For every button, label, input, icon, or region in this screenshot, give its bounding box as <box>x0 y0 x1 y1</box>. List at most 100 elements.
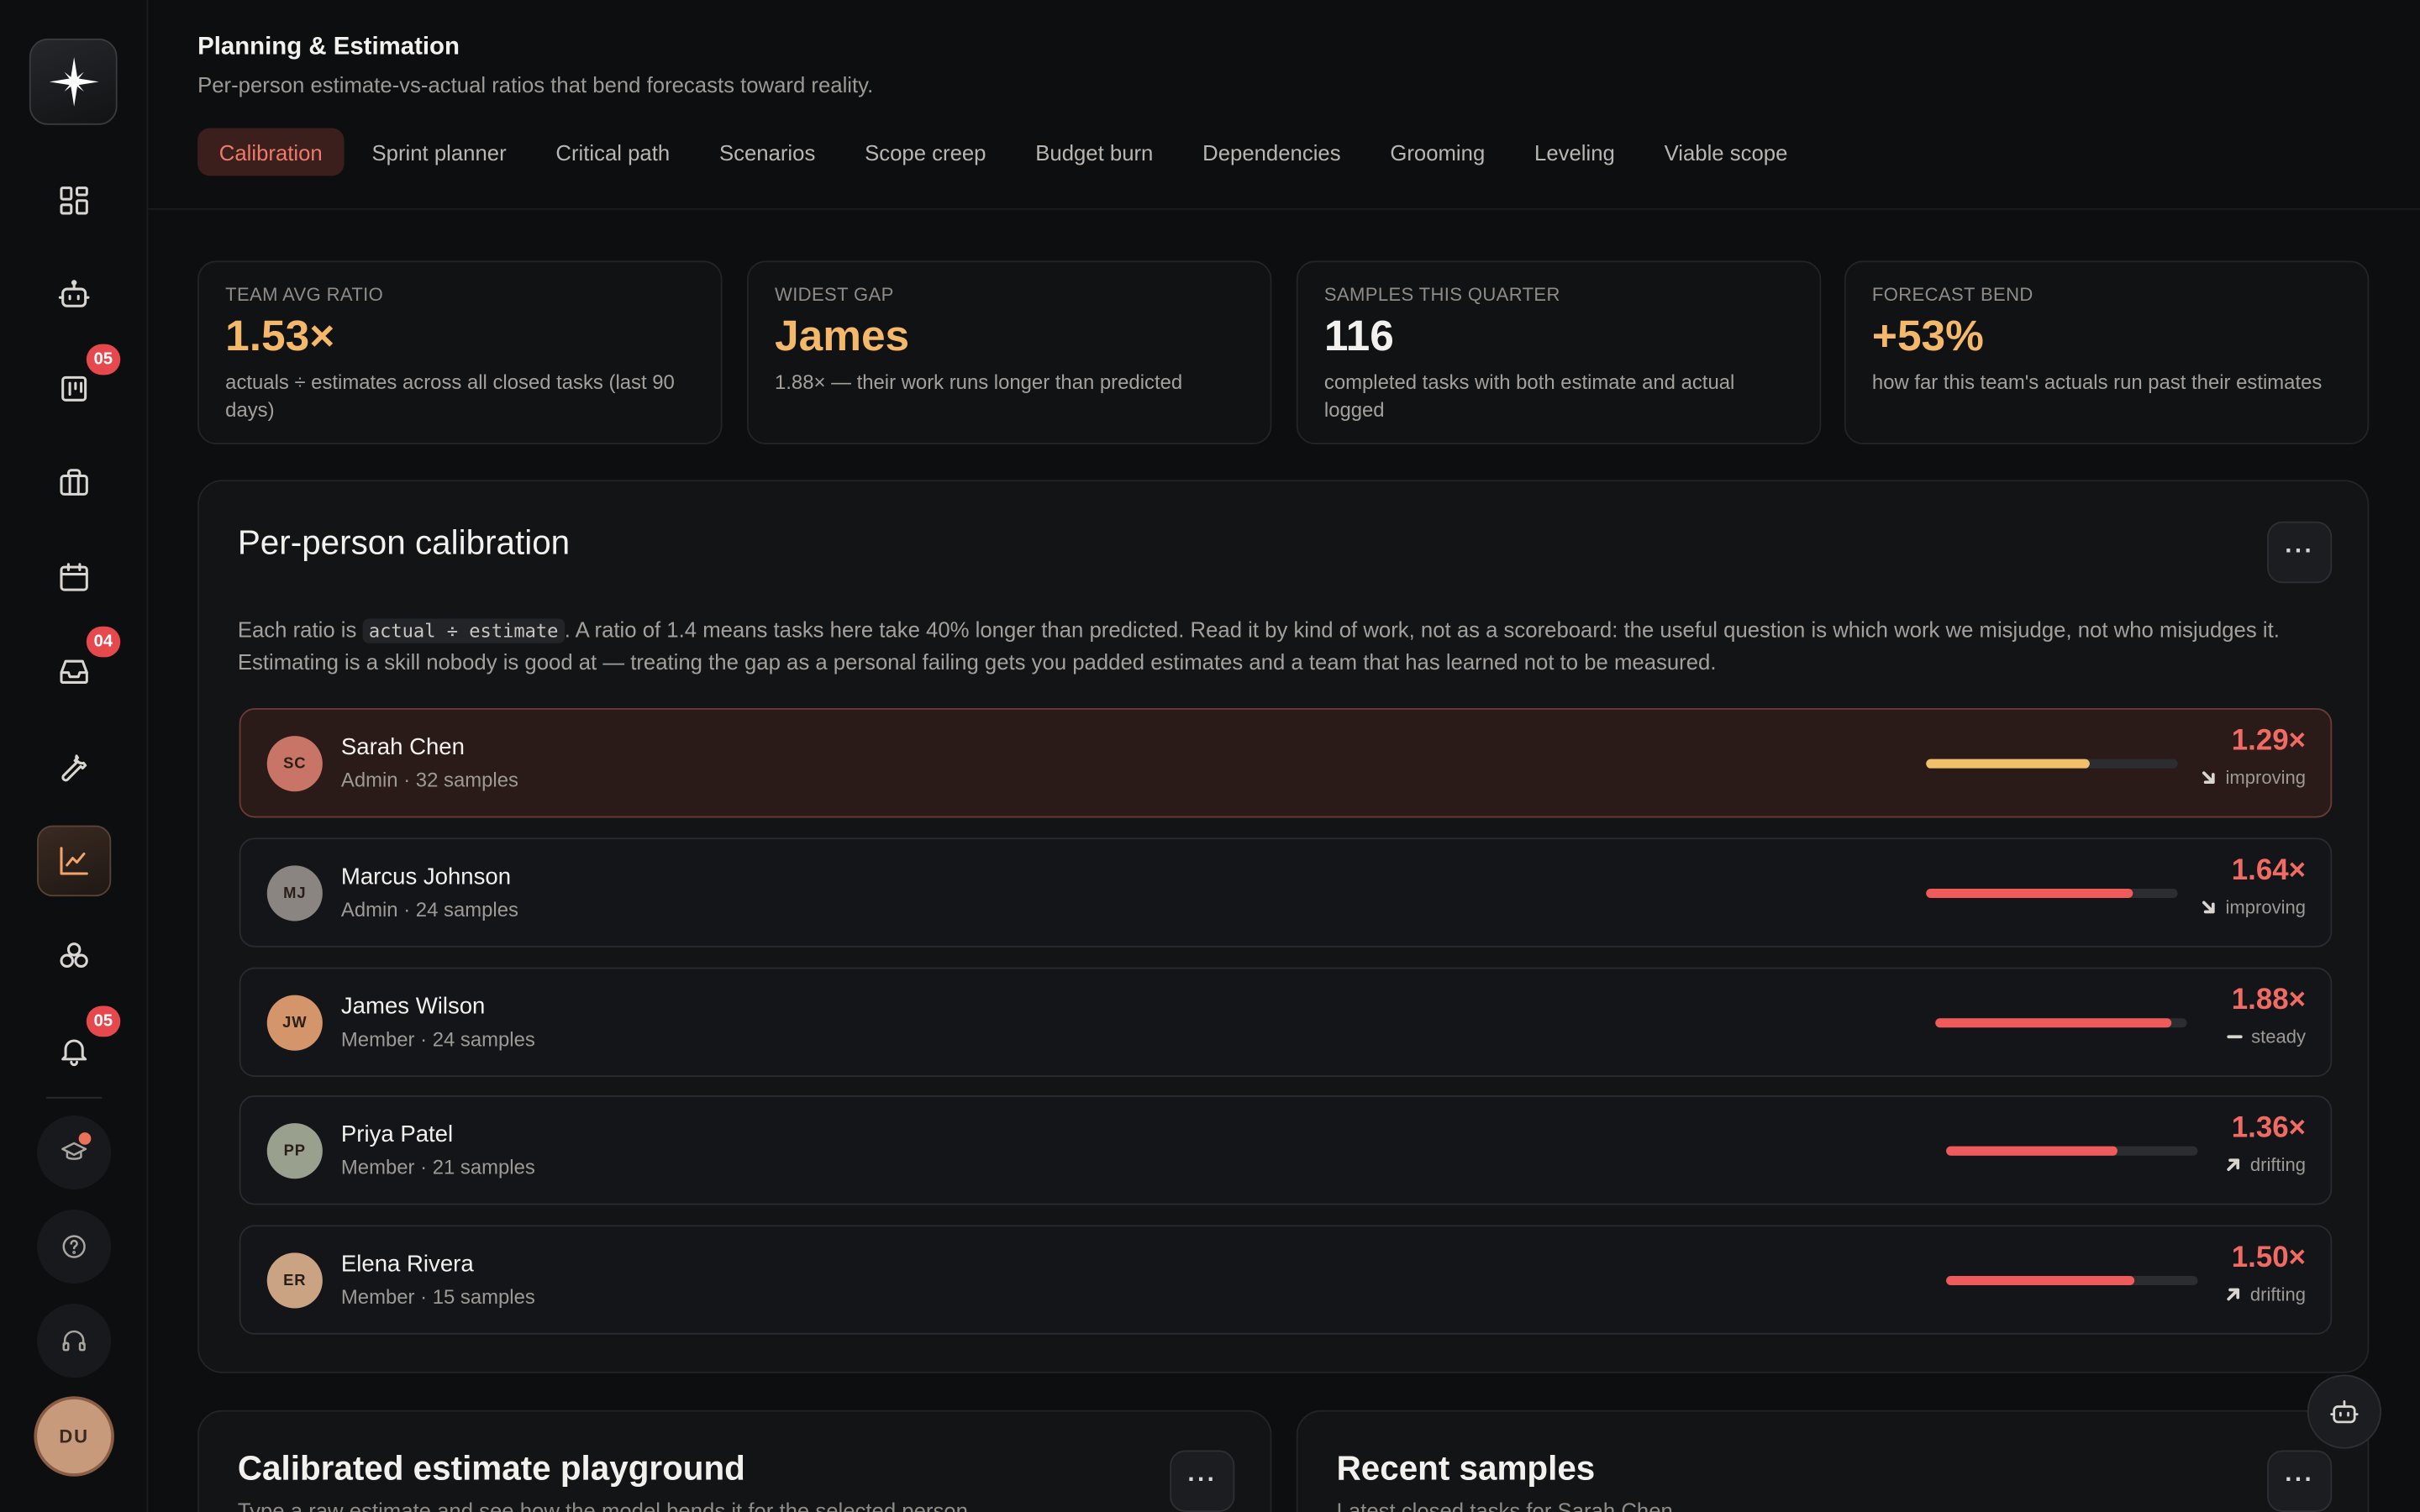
person-row[interactable]: MJ Marcus Johnson Admin · 24 samples 1.64× i… <box>239 837 2333 948</box>
trend-up-icon <box>2227 1158 2239 1172</box>
chart-icon <box>60 847 88 875</box>
person-meta: Member · 21 samples <box>340 1155 535 1179</box>
tab-budget-burn[interactable]: Budget burn <box>1014 128 1176 176</box>
more-options-button[interactable]: ··· <box>2267 1450 2333 1512</box>
person-row[interactable]: ER Elena Rivera Member · 15 samples 1.50× dr… <box>239 1225 2333 1335</box>
ratio-value: 1.64× <box>2231 854 2307 888</box>
card-title: Calibrated estimate playground <box>237 1448 745 1488</box>
trend-label: improving <box>2225 896 2307 918</box>
kpi-description: completed tasks with both estimate and a… <box>1323 370 1735 422</box>
sidebar-item-dashboard[interactable] <box>37 165 111 236</box>
ratio-bar-fill <box>1926 759 2090 769</box>
ratio-bar-track <box>1926 888 2178 898</box>
kpi-value: 116 <box>1323 312 1394 360</box>
tab-bar: Calibration Sprint planner Critical path… <box>197 128 1815 176</box>
ratio-value: 1.36× <box>2231 1112 2307 1145</box>
notification-badge: 05 <box>86 1005 121 1037</box>
ratio-bar-fill <box>1935 1018 2172 1028</box>
support-button[interactable] <box>37 1304 112 1378</box>
page-subtitle: Per-person estimate-vs-actual ratios tha… <box>197 72 874 97</box>
trend-indicator: improving <box>2201 767 2306 789</box>
trend-label: improving <box>2225 766 2307 789</box>
user-avatar[interactable]: DU <box>34 1396 114 1477</box>
kpi-label: WIDEST GAP <box>775 283 894 306</box>
person-name: Priya Patel <box>340 1121 454 1148</box>
sidebar-divider <box>46 1096 103 1099</box>
person-name: Marcus Johnson <box>340 864 512 890</box>
sidebar-item-agents[interactable] <box>37 260 111 330</box>
avatar: SC <box>266 736 323 792</box>
kpi-value: James <box>775 312 910 360</box>
ratio-value: 1.88× <box>2231 984 2307 1017</box>
ratio-bar-fill <box>1946 1275 2135 1285</box>
learning-button[interactable] <box>37 1115 112 1190</box>
person-row[interactable]: JW James Wilson Member · 24 samples 1.88× st… <box>239 967 2333 1078</box>
sidebar-item-inbox[interactable]: 04 <box>37 626 121 706</box>
ratio-value: 1.50× <box>2231 1242 2307 1275</box>
tab-critical-path[interactable]: Critical path <box>534 128 692 176</box>
tab-scenarios[interactable]: Scenarios <box>697 128 837 176</box>
kpi-label: TEAM AVG RATIO <box>225 283 384 306</box>
headset-icon <box>62 1330 86 1352</box>
sidebar-item-analytics[interactable] <box>37 825 112 897</box>
kpi-samples-this-quarter: SAMPLES THIS QUARTER 116 completed tasks… <box>1296 260 1822 444</box>
avatar: ER <box>266 1252 323 1309</box>
modules-icon <box>60 942 88 969</box>
trend-indicator: drifting <box>2225 1284 2306 1305</box>
briefcase-icon <box>60 469 88 496</box>
more-options-button[interactable]: ··· <box>2267 521 2333 584</box>
ratio-bar-track <box>1946 1146 2198 1156</box>
tab-scope-creep[interactable]: Scope creep <box>843 128 1007 176</box>
ratio-value: 1.29× <box>2231 725 2307 758</box>
ratio-bar-track <box>1946 1275 2198 1285</box>
page-header: Planning & Estimation Per-person estimat… <box>148 0 2420 210</box>
avatar: MJ <box>266 865 323 921</box>
sidebar-item-board[interactable]: 05 <box>37 344 121 424</box>
kpi-value: +53% <box>1871 312 1984 360</box>
person-row[interactable]: PP Priya Patel Member · 21 samples 1.36× dri… <box>239 1095 2333 1205</box>
card-subtitle: Latest closed tasks for Sarah Chen <box>1336 1498 1673 1512</box>
help-button[interactable] <box>37 1209 112 1284</box>
app-logo[interactable] <box>29 38 118 125</box>
recent-samples-card: Recent samples Latest closed tasks for S… <box>1296 1410 2370 1512</box>
assistant-fab[interactable] <box>2307 1374 2382 1449</box>
tab-sprint-planner[interactable]: Sprint planner <box>350 128 529 176</box>
kpi-widest-gap: WIDEST GAP James 1.88× — their work runs… <box>746 260 1272 444</box>
notification-badge: 05 <box>86 344 121 375</box>
page-title: Planning & Estimation <box>197 34 460 60</box>
sidebar-item-notifications[interactable]: 05 <box>37 1005 121 1086</box>
person-name: Sarah Chen <box>340 734 465 761</box>
sidebar-item-modules[interactable] <box>37 921 111 992</box>
person-meta: Member · 15 samples <box>340 1284 535 1309</box>
kpi-team-avg-ratio: TEAM AVG RATIO 1.53× actuals ÷ estimates… <box>197 260 723 444</box>
wrench-icon <box>61 754 87 782</box>
sidebar-item-calendar[interactable] <box>37 542 111 612</box>
bot-icon <box>58 280 90 307</box>
kpi-label: SAMPLES THIS QUARTER <box>1323 283 1560 306</box>
tab-dependencies[interactable]: Dependencies <box>1181 128 1362 176</box>
kpi-description: how far this team's actuals run past the… <box>1871 370 2323 394</box>
trend-label: drifting <box>2249 1284 2307 1305</box>
tab-calibration[interactable]: Calibration <box>197 128 345 176</box>
trend-down-icon <box>2202 900 2215 914</box>
formula-code: actual ÷ estimate <box>362 618 565 643</box>
trend-label: steady <box>2251 1026 2307 1048</box>
person-row[interactable]: SC Sarah Chen Admin · 32 samples 1.29× impro… <box>239 708 2333 818</box>
kpi-value: 1.53× <box>225 312 335 360</box>
sidebar-item-portfolio[interactable] <box>37 448 111 518</box>
tab-leveling[interactable]: Leveling <box>1512 128 1636 176</box>
sidebar-item-tools[interactable] <box>37 732 111 802</box>
kpi-description: 1.88× — their work runs longer than pred… <box>775 370 1183 394</box>
dashboard-icon <box>60 186 88 215</box>
help-icon <box>62 1235 86 1258</box>
trend-indicator: improving <box>2201 896 2306 918</box>
kpi-description: actuals ÷ estimates across all closed ta… <box>225 370 675 422</box>
person-meta: Admin · 24 samples <box>340 897 518 921</box>
more-options-button[interactable]: ··· <box>1170 1450 1235 1512</box>
tab-grooming[interactable]: Grooming <box>1369 128 1507 176</box>
playground-card: Calibrated estimate playground Type a ra… <box>197 1410 1272 1512</box>
card-subtitle: Type a raw estimate and see how the mode… <box>237 1498 975 1512</box>
panel-description: Each ratio is actual ÷ estimate. A ratio… <box>238 614 2322 677</box>
tab-viable-scope[interactable]: Viable scope <box>1643 128 1809 176</box>
person-meta: Admin · 32 samples <box>340 768 518 792</box>
